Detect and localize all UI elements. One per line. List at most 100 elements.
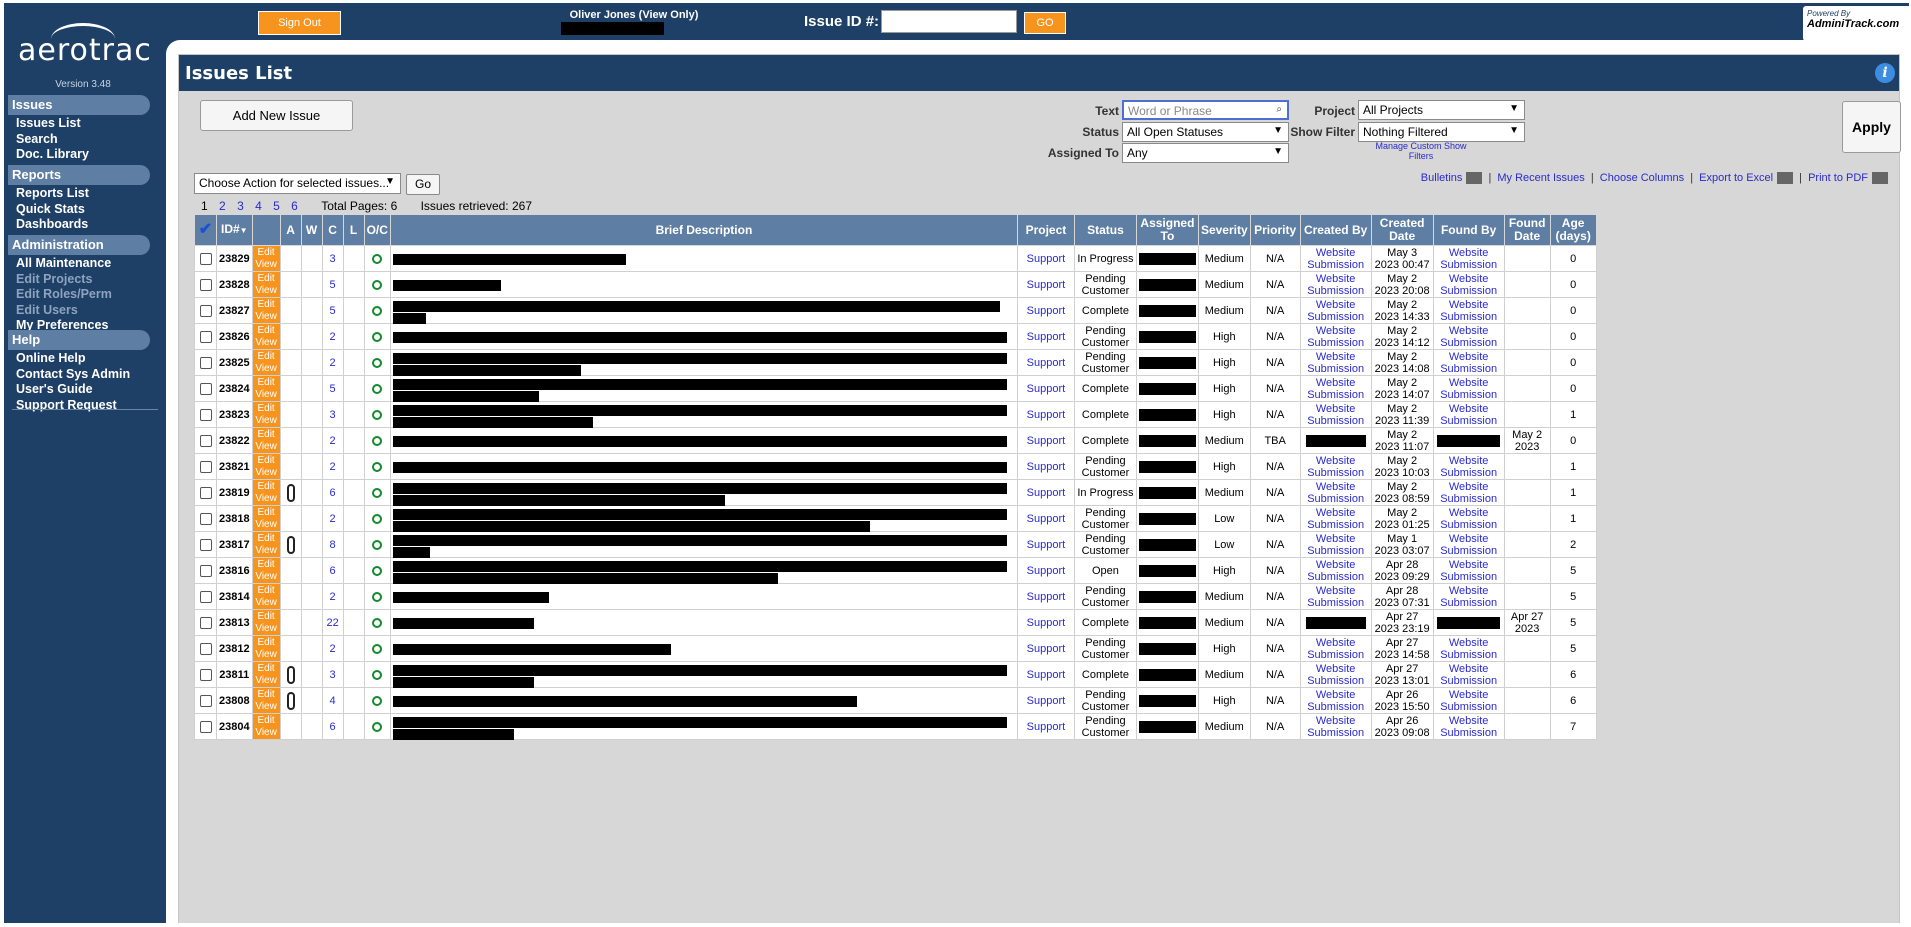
view-link[interactable]: View <box>253 493 280 505</box>
view-link[interactable]: View <box>253 415 280 427</box>
created-by-link[interactable]: Website Submission <box>1307 325 1364 349</box>
description-cell[interactable] <box>389 531 1018 558</box>
nav-item-doc-library[interactable]: Doc. Library <box>16 147 89 163</box>
row-checkbox[interactable] <box>199 408 212 421</box>
view-link[interactable]: View <box>253 727 280 739</box>
project-link[interactable]: Support <box>1027 513 1066 525</box>
nav-item-all-maintenance[interactable]: All Maintenance <box>16 256 112 272</box>
project-link[interactable]: Support <box>1027 253 1066 265</box>
comment-count-link[interactable]: 2 <box>330 461 336 473</box>
created-by-link[interactable]: Website Submission <box>1307 689 1364 713</box>
nav-item-search[interactable]: Search <box>16 132 89 148</box>
view-link[interactable]: View <box>253 337 280 349</box>
found-by-link[interactable]: Website Submission <box>1440 403 1497 427</box>
project-link[interactable]: Support <box>1027 721 1066 733</box>
view-link[interactable]: View <box>253 467 280 479</box>
project-filter-select[interactable]: All Projects ▼ <box>1358 100 1525 120</box>
found-by-link[interactable]: Website Submission <box>1440 247 1497 271</box>
found-by-link[interactable]: Website Submission <box>1440 715 1497 739</box>
powered-by-logo[interactable]: Powered By AdminiTrack.com <box>1803 6 1909 41</box>
created-by-link[interactable]: Website Submission <box>1307 481 1364 505</box>
col-header-priority[interactable]: Priority <box>1249 214 1301 246</box>
comment-count-link[interactable]: 3 <box>330 669 336 681</box>
row-checkbox[interactable] <box>199 694 212 707</box>
edit-link[interactable]: Edit <box>253 533 280 545</box>
view-link[interactable]: View <box>253 363 280 375</box>
print-pdf-link[interactable]: Print to PDF <box>1808 172 1868 184</box>
add-new-issue-button[interactable]: Add New Issue <box>200 100 353 131</box>
row-checkbox[interactable] <box>199 486 212 499</box>
col-header-oc[interactable]: O/C <box>363 214 391 246</box>
created-by-link[interactable]: Website Submission <box>1307 299 1364 323</box>
nav-section-administration[interactable]: Administration <box>8 235 150 255</box>
project-link[interactable]: Support <box>1027 279 1066 291</box>
view-link[interactable]: View <box>253 675 280 687</box>
description-cell[interactable] <box>389 687 1018 714</box>
page-link[interactable]: 1 <box>201 199 208 213</box>
view-link[interactable]: View <box>253 701 280 713</box>
view-link[interactable]: View <box>253 597 280 609</box>
assigned-filter-select[interactable]: Any ▼ <box>1122 143 1289 163</box>
col-header-severity[interactable]: Severity <box>1197 214 1251 246</box>
edit-link[interactable]: Edit <box>253 689 280 701</box>
found-by-link[interactable]: Website Submission <box>1440 533 1497 557</box>
comment-count-link[interactable]: 2 <box>330 357 336 369</box>
row-checkbox[interactable] <box>199 512 212 525</box>
comment-count-link[interactable]: 2 <box>330 643 336 655</box>
comment-count-link[interactable]: 6 <box>330 565 336 577</box>
nav-item-dashboards[interactable]: Dashboards <box>16 217 89 233</box>
nav-item-support-request[interactable]: Support Request <box>16 398 130 414</box>
page-link[interactable]: 3 <box>237 199 244 213</box>
status-filter-select[interactable]: All Open Statuses ▼ <box>1122 122 1289 142</box>
description-cell[interactable] <box>389 401 1018 428</box>
page-link[interactable]: 4 <box>255 199 262 213</box>
nav-item-users-guide[interactable]: User's Guide <box>16 382 130 398</box>
nav-section-issues[interactable]: Issues <box>8 95 150 115</box>
created-by-link[interactable]: Website Submission <box>1307 559 1364 583</box>
comment-count-link[interactable]: 2 <box>330 513 336 525</box>
created-by-link[interactable]: Website Submission <box>1307 377 1364 401</box>
comment-count-link[interactable]: 2 <box>330 331 336 343</box>
description-cell[interactable] <box>389 349 1018 376</box>
edit-link[interactable]: Edit <box>253 481 280 493</box>
found-by-link[interactable]: Website Submission <box>1440 455 1497 479</box>
nav-item-quick-stats[interactable]: Quick Stats <box>16 202 89 218</box>
found-by-link[interactable]: Website Submission <box>1440 273 1497 297</box>
project-link[interactable]: Support <box>1027 461 1066 473</box>
description-cell[interactable] <box>389 557 1018 584</box>
edit-link[interactable]: Edit <box>253 455 280 467</box>
export-excel-link[interactable]: Export to Excel <box>1699 172 1773 184</box>
project-link[interactable]: Support <box>1027 617 1066 629</box>
edit-link[interactable]: Edit <box>253 325 280 337</box>
description-cell[interactable] <box>389 323 1018 350</box>
bulk-action-go-button[interactable]: Go <box>406 174 440 195</box>
edit-link[interactable]: Edit <box>253 715 280 727</box>
description-cell[interactable] <box>389 713 1018 740</box>
row-checkbox[interactable] <box>199 460 212 473</box>
project-link[interactable]: Support <box>1027 357 1066 369</box>
created-by-link[interactable]: Website Submission <box>1307 455 1364 479</box>
found-by-link[interactable]: Website Submission <box>1440 689 1497 713</box>
project-link[interactable]: Support <box>1027 695 1066 707</box>
choose-columns-link[interactable]: Choose Columns <box>1600 172 1684 184</box>
row-checkbox[interactable] <box>199 278 212 291</box>
col-header-w[interactable]: W <box>300 214 323 246</box>
row-checkbox[interactable] <box>199 720 212 733</box>
description-cell[interactable] <box>389 635 1018 662</box>
row-checkbox[interactable] <box>199 252 212 265</box>
project-link[interactable]: Support <box>1027 565 1066 577</box>
description-cell[interactable] <box>389 453 1018 480</box>
view-link[interactable]: View <box>253 649 280 661</box>
description-cell[interactable] <box>389 375 1018 402</box>
page-link[interactable]: 6 <box>291 199 298 213</box>
description-cell[interactable] <box>389 271 1018 298</box>
description-cell[interactable] <box>389 609 1018 636</box>
created-by-link[interactable]: Website Submission <box>1307 663 1364 687</box>
project-link[interactable]: Support <box>1027 435 1066 447</box>
bulletins-link[interactable]: Bulletins <box>1421 172 1463 184</box>
col-header-found-by[interactable]: Found By <box>1432 214 1505 246</box>
edit-link[interactable]: Edit <box>253 611 280 623</box>
found-by-link[interactable]: Website Submission <box>1440 351 1497 375</box>
sign-out-button[interactable]: Sign Out <box>258 11 341 35</box>
edit-link[interactable]: Edit <box>253 273 280 285</box>
